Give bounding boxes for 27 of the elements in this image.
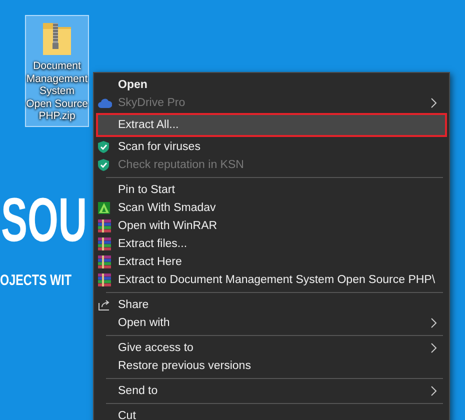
menu-item[interactable]: Pin to Start: [96, 181, 447, 199]
background-subtitle: OJECTS WIT: [0, 273, 72, 288]
menu-item[interactable]: Scan for viruses: [96, 138, 447, 156]
menu-item[interactable]: Send to: [96, 382, 447, 400]
menu-item[interactable]: Open with WinRAR: [96, 217, 447, 235]
stacked-books-icon: [98, 256, 111, 268]
menu-item[interactable]: Open with: [96, 314, 447, 332]
share-icon: [98, 299, 111, 311]
menu-item[interactable]: Cut: [96, 407, 447, 420]
menu-item[interactable]: Open: [96, 76, 447, 94]
menu-item[interactable]: Extract All...: [96, 113, 447, 137]
background-headline: SOU: [1, 190, 87, 252]
menu-item[interactable]: Extract Here: [96, 253, 447, 271]
stacked-books-icon: [98, 220, 111, 232]
stacked-books-icon: [98, 238, 111, 250]
menu-item[interactable]: Share: [96, 296, 447, 314]
shield-check-icon: [98, 141, 109, 153]
stacked-books-icon: [98, 274, 111, 286]
menu-item[interactable]: Scan With Smadav: [96, 199, 447, 217]
menu-item[interactable]: Extract to Document Management System Open Source PHP\: [96, 271, 447, 289]
menu-item[interactable]: Extract files...: [96, 235, 447, 253]
menu-item[interactable]: Give access to: [96, 339, 447, 357]
shield-check-icon: [98, 159, 109, 171]
cloud-icon: [98, 98, 112, 108]
file-name: Document Management System Open Source PHP.zip: [26, 60, 88, 122]
menu-item[interactable]: Restore previous versions: [96, 357, 447, 375]
triangle-logo-icon: [98, 202, 110, 214]
